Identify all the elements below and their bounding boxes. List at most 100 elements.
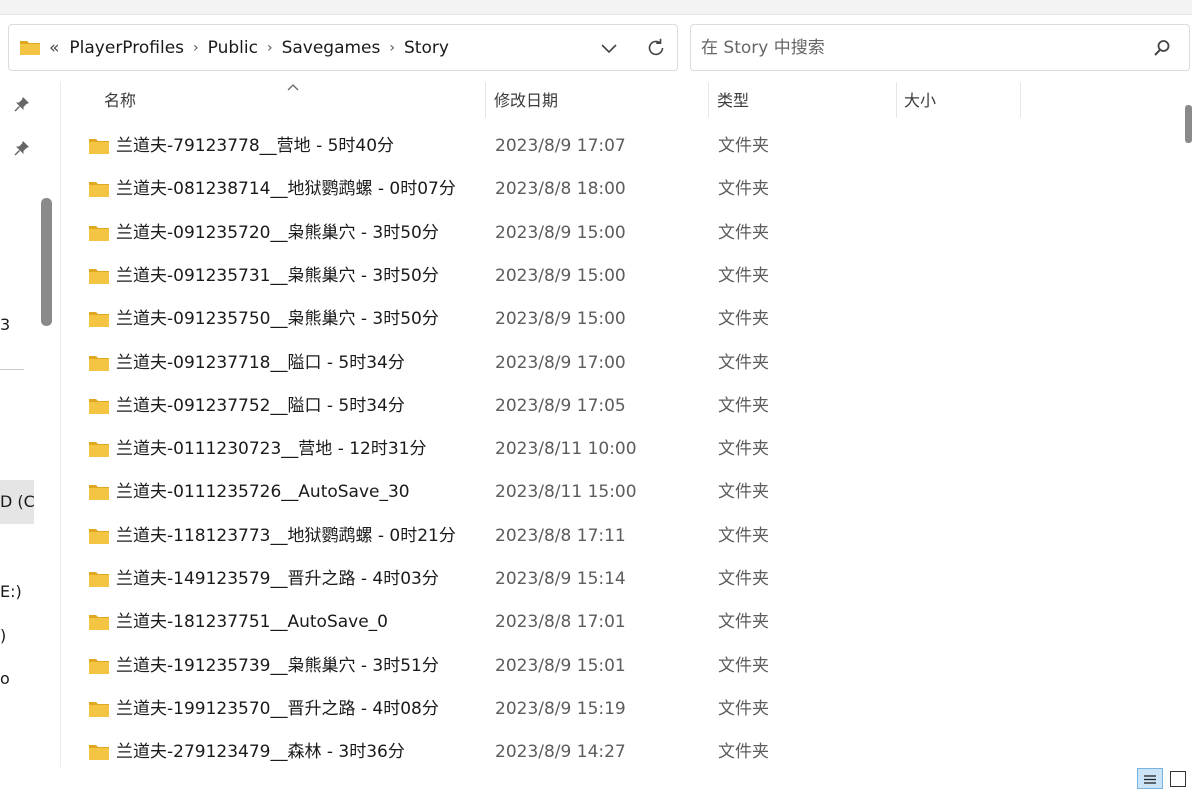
nav-item-fragment[interactable]: D (C	[0, 492, 35, 511]
file-name: 兰道夫-181237751__AutoSave_0	[116, 612, 388, 632]
table-row[interactable]: 兰道夫-181237751__AutoSave_0 2023/8/8 17:01 文…	[62, 601, 1172, 644]
pane-divider[interactable]	[60, 82, 61, 767]
table-row[interactable]: 兰道夫-0111230723__营地 - 12时31分 2023/8/11 10:…	[62, 428, 1172, 471]
table-row[interactable]: 兰道夫-091237718__隘口 - 5时34分 2023/8/9 17:00 文…	[62, 342, 1172, 385]
file-date: 2023/8/9 17:00	[495, 353, 626, 373]
nav-item-fragment[interactable]: 3	[0, 315, 10, 334]
file-date: 2023/8/9 15:00	[495, 223, 626, 243]
large-icons-view-button[interactable]	[1170, 771, 1186, 787]
file-name: 兰道夫-0111230723__营地 - 12时31分	[116, 439, 427, 459]
file-date: 2023/8/9 15:00	[495, 309, 626, 329]
details-view-button[interactable]	[1137, 768, 1163, 789]
file-name: 兰道夫-091235731__枭熊巢穴 - 3时50分	[116, 266, 439, 286]
file-date: 2023/8/9 17:05	[495, 396, 626, 416]
column-name[interactable]: 名称	[104, 82, 484, 120]
file-type: 文件夹	[718, 353, 769, 373]
file-type: 文件夹	[718, 569, 769, 589]
column-date[interactable]: 修改日期	[494, 82, 704, 120]
chevron-right-icon[interactable]: ›	[267, 40, 273, 56]
search-icon[interactable]	[1153, 39, 1171, 57]
file-name: 兰道夫-091237718__隘口 - 5时34分	[116, 353, 405, 373]
file-date: 2023/8/8 17:01	[495, 612, 626, 632]
column-divider[interactable]	[896, 82, 897, 118]
file-type: 文件夹	[718, 612, 769, 632]
file-date: 2023/8/8 17:11	[495, 526, 626, 546]
column-type[interactable]: 类型	[717, 82, 892, 120]
file-date: 2023/8/11 10:00	[495, 439, 637, 459]
refresh-icon[interactable]	[645, 37, 667, 59]
table-row[interactable]: 兰道夫-149123579__晋升之路 - 4时03分 2023/8/9 15:1…	[62, 558, 1172, 601]
table-row[interactable]: 兰道夫-79123778__营地 - 5时40分 2023/8/9 17:07 文件…	[62, 125, 1172, 168]
nav-item-fragment[interactable]: E:)	[0, 582, 22, 601]
file-name: 兰道夫-081238714__地狱鹦鹉螺 - 0时07分	[116, 179, 456, 199]
folder-icon	[89, 485, 109, 500]
details-view-icon	[1144, 775, 1156, 784]
folder-icon	[89, 659, 109, 674]
folder-icon	[89, 745, 109, 760]
nav-divider	[0, 369, 24, 370]
column-header: 名称 修改日期 类型 大小	[62, 82, 1172, 120]
file-type: 文件夹	[718, 396, 769, 416]
file-date: 2023/8/9 15:14	[495, 569, 626, 589]
folder-icon	[20, 41, 40, 55]
folder-icon	[89, 615, 109, 630]
breadcrumb-item-public[interactable]: Public	[208, 38, 258, 58]
folder-icon	[89, 572, 109, 587]
file-name: 兰道夫-091235750__枭熊巢穴 - 3时50分	[116, 309, 439, 329]
file-date: 2023/8/8 18:00	[495, 179, 626, 199]
folder-icon	[89, 269, 109, 284]
scrollbar-thumb[interactable]	[1185, 105, 1192, 143]
file-type: 文件夹	[718, 656, 769, 676]
file-name: 兰道夫-0111235726__AutoSave_30	[116, 482, 410, 502]
file-type: 文件夹	[718, 699, 769, 719]
chevron-right-icon[interactable]: ›	[193, 40, 199, 56]
search-input[interactable]: 在 Story 中搜索	[690, 24, 1190, 71]
folder-icon	[89, 399, 109, 414]
table-row[interactable]: 兰道夫-199123570__晋升之路 - 4时08分 2023/8/9 15:1…	[62, 688, 1172, 731]
pin-icon[interactable]	[14, 140, 30, 156]
nav-item-fragment[interactable]: )	[0, 626, 6, 645]
file-name: 兰道夫-191235739__枭熊巢穴 - 3时51分	[116, 656, 439, 676]
file-name: 兰道夫-091235720__枭熊巢穴 - 3时50分	[116, 223, 439, 243]
breadcrumb-item-savegames[interactable]: Savegames	[282, 38, 381, 58]
chevron-right-icon[interactable]: ›	[389, 40, 395, 56]
column-divider[interactable]	[1020, 82, 1021, 118]
file-type: 文件夹	[718, 266, 769, 286]
file-name: 兰道夫-091237752__隘口 - 5时34分	[116, 396, 405, 416]
breadcrumb-item-playerprofiles[interactable]: PlayerProfiles	[69, 38, 184, 58]
pin-icon[interactable]	[14, 96, 30, 112]
file-type: 文件夹	[718, 179, 769, 199]
file-name: 兰道夫-199123570__晋升之路 - 4时08分	[116, 699, 439, 719]
file-type: 文件夹	[718, 136, 769, 156]
column-size[interactable]: 大小	[904, 82, 1014, 120]
table-row[interactable]: 兰道夫-191235739__枭熊巢穴 - 3时51分 2023/8/9 15:0…	[62, 645, 1172, 688]
file-name: 兰道夫-118123773__地狱鹦鹉螺 - 0时21分	[116, 526, 456, 546]
table-row[interactable]: 兰道夫-091235720__枭熊巢穴 - 3时50分 2023/8/9 15:0…	[62, 212, 1172, 255]
table-row[interactable]: 兰道夫-118123773__地狱鹦鹉螺 - 0时21分 2023/8/8 17:…	[62, 515, 1172, 558]
breadcrumb: « PlayerProfiles › Public › Savegames › …	[49, 25, 449, 71]
window-top-strip	[0, 0, 1192, 15]
table-row[interactable]: 兰道夫-091235731__枭熊巢穴 - 3时50分 2023/8/9 15:0…	[62, 255, 1172, 298]
column-divider[interactable]	[708, 82, 709, 118]
column-divider[interactable]	[485, 82, 486, 118]
breadcrumb-item-story[interactable]: Story	[404, 38, 449, 58]
file-date: 2023/8/9 17:07	[495, 136, 626, 156]
file-type: 文件夹	[718, 439, 769, 459]
table-row[interactable]: 兰道夫-0111235726__AutoSave_30 2023/8/11 15:…	[62, 471, 1172, 514]
file-type: 文件夹	[718, 223, 769, 243]
breadcrumb-overflow[interactable]: «	[49, 38, 59, 58]
folder-icon	[89, 702, 109, 717]
nav-item-fragment[interactable]: o	[0, 669, 10, 688]
chevron-down-icon[interactable]	[599, 38, 619, 58]
table-row[interactable]: 兰道夫-091237752__隘口 - 5时34分 2023/8/9 17:05 文…	[62, 385, 1172, 428]
address-bar[interactable]: « PlayerProfiles › Public › Savegames › …	[8, 24, 678, 71]
table-row[interactable]: 兰道夫-081238714__地狱鹦鹉螺 - 0时07分 2023/8/8 18:…	[62, 168, 1172, 211]
file-type: 文件夹	[718, 309, 769, 329]
file-name: 兰道夫-149123579__晋升之路 - 4时03分	[116, 569, 439, 589]
navigation-pane: 3 D (C E:) ) o	[0, 82, 36, 767]
folder-icon	[89, 529, 109, 544]
nav-scrollbar-thumb[interactable]	[41, 198, 52, 326]
status-bar	[0, 767, 1192, 789]
file-date: 2023/8/9 15:19	[495, 699, 626, 719]
table-row[interactable]: 兰道夫-091235750__枭熊巢穴 - 3时50分 2023/8/9 15:0…	[62, 298, 1172, 341]
